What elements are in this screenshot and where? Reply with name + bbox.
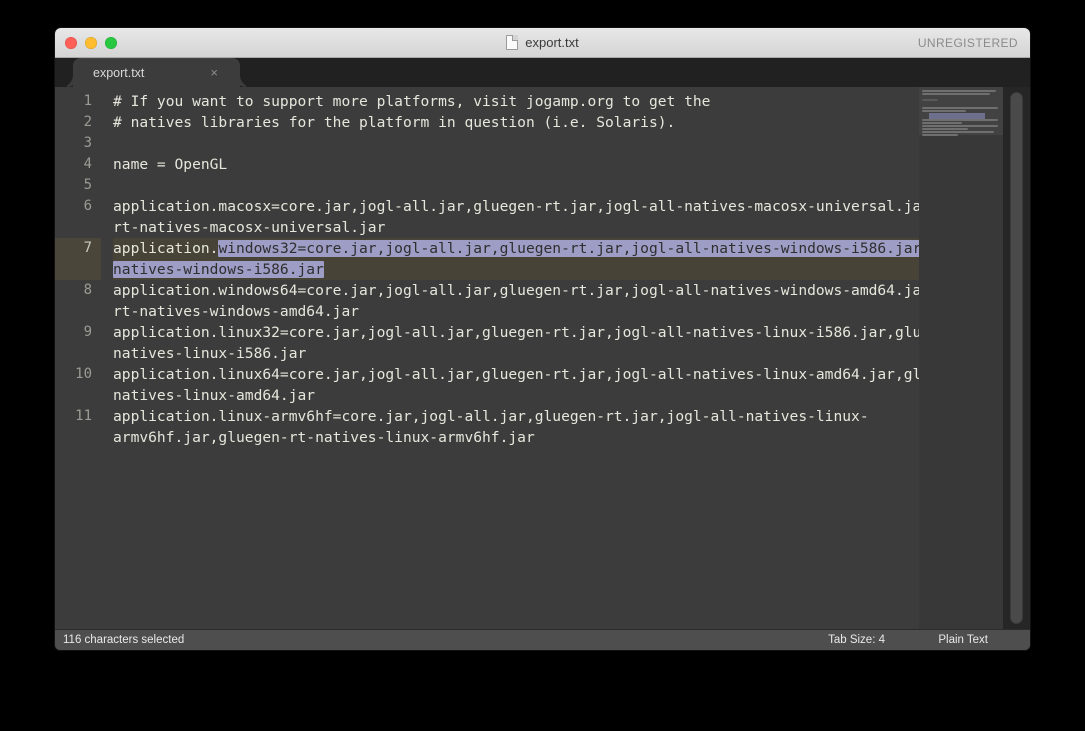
syntax-mode-status[interactable]: Plain Text <box>938 634 988 646</box>
vertical-scrollbar[interactable] <box>1003 87 1030 629</box>
vertical-scrollbar-thumb[interactable] <box>1010 92 1023 624</box>
code-line[interactable]: application.linux64=core.jar,jogl-all.ja… <box>113 364 1030 406</box>
code-line[interactable]: application.macosx=core.jar,jogl-all.jar… <box>113 196 1030 238</box>
window-title: export.txt <box>525 35 579 50</box>
window-title-group: export.txt <box>55 28 1030 57</box>
unregistered-badge: UNREGISTERED <box>917 35 1018 50</box>
minimap-line <box>922 134 958 136</box>
code-line[interactable] <box>113 133 1030 154</box>
line-number: 3 <box>83 135 92 151</box>
code-text: application.macosx=core.jar,jogl-all.jar… <box>113 198 1010 236</box>
line-number: 5 <box>83 177 92 193</box>
code-line[interactable]: # natives libraries for the platform in … <box>113 112 1030 133</box>
line-number-gutter: 1 2 3 4 5 6 7 8 9 10 11 <box>55 87 101 629</box>
selection-status: 116 characters selected <box>63 634 185 646</box>
minimap-line <box>922 131 994 133</box>
code-text: application. <box>113 240 219 257</box>
editor-area: 1 2 3 4 5 6 7 8 9 10 11 # If you want to support m… <box>55 87 1030 629</box>
code-text: # If you want to support more platforms,… <box>113 93 711 110</box>
code-text: name = OpenGL <box>113 156 228 173</box>
line-number: 11 <box>75 408 92 424</box>
tab-bar: export.txt × <box>55 58 1030 87</box>
minimap-line <box>922 93 990 95</box>
line-number: 9 <box>83 324 92 340</box>
line-number: 7 <box>55 238 101 280</box>
window-controls <box>65 36 117 49</box>
line-number: 6 <box>83 198 92 214</box>
minimap-line <box>922 90 996 92</box>
code-line[interactable]: application.windows64=core.jar,jogl-all.… <box>113 280 1030 322</box>
line-number: 2 <box>83 114 92 130</box>
code-line[interactable]: name = OpenGL <box>113 154 1030 175</box>
code-line[interactable]: application.linux-armv6hf=core.jar,jogl-… <box>113 406 1030 448</box>
minimap-line <box>922 122 962 124</box>
line-number: 8 <box>83 282 92 298</box>
tab-size-status[interactable]: Tab Size: 4 <box>828 634 885 646</box>
line-number: 1 <box>83 93 92 109</box>
minimap-line <box>922 107 998 109</box>
tab-export-txt[interactable]: export.txt × <box>73 58 240 87</box>
document-icon <box>506 35 519 50</box>
close-window-button[interactable] <box>65 36 77 49</box>
editor-window: export.txt UNREGISTERED export.txt × 1 2 3… <box>55 28 1030 650</box>
zoom-window-button[interactable] <box>105 36 117 49</box>
minimap-line <box>922 99 938 101</box>
minimize-window-button[interactable] <box>85 36 97 49</box>
code-text: application.linux32=core.jar,jogl-all.ja… <box>113 324 992 362</box>
code-line[interactable] <box>113 175 1030 196</box>
code-text: application.linux-armv6hf=core.jar,jogl-… <box>113 408 869 446</box>
minimap-line <box>922 110 966 112</box>
title-bar: export.txt UNREGISTERED <box>55 28 1030 58</box>
minimap-line <box>922 119 998 121</box>
line-number: 10 <box>75 366 92 382</box>
code-text: application.windows64=core.jar,jogl-all.… <box>113 282 1010 320</box>
code-line[interactable]: application.linux32=core.jar,jogl-all.ja… <box>113 322 1030 364</box>
code-text: application.linux64=core.jar,jogl-all.ja… <box>113 366 1001 404</box>
code-text: # natives libraries for the platform in … <box>113 114 676 131</box>
line-number: 4 <box>83 156 92 172</box>
code-line[interactable]: # If you want to support more platforms,… <box>113 91 1030 112</box>
status-bar: 116 characters selected Tab Size: 4 Plai… <box>55 629 1030 650</box>
code-line[interactable]: application.windows32=core.jar,jogl-all.… <box>113 238 1030 280</box>
tab-label: export.txt <box>93 65 145 80</box>
minimap[interactable] <box>919 87 1003 629</box>
code-content[interactable]: # If you want to support more platforms,… <box>101 87 1030 629</box>
minimap-line <box>922 128 968 130</box>
selected-text: windows32=core.jar,jogl-all.jar,gluegen-… <box>113 240 1027 278</box>
minimap-selection <box>929 113 985 119</box>
close-icon[interactable]: × <box>210 66 218 79</box>
minimap-line <box>922 125 998 127</box>
